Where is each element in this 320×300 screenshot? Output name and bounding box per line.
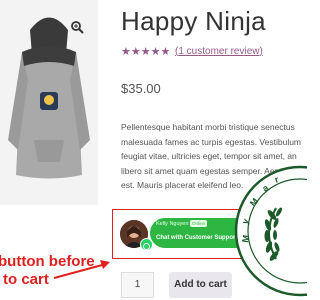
chat-status-badge: Online (190, 220, 208, 227)
quantity-input[interactable]: 1 (121, 272, 154, 298)
marketing-seal-logo: M y M a r (234, 165, 307, 297)
description-line: Pellentesque habitant morbi tristique se… (121, 122, 295, 132)
review-link[interactable]: 1 customer review (178, 46, 259, 57)
product-price: $35.00 (121, 81, 161, 96)
product-title: Happy Ninja (121, 6, 266, 36)
description-line: feugiat vitae, ultricies eget, tempor si… (121, 151, 297, 161)
annotation-arrow-icon (53, 260, 110, 279)
chat-agent-name: Kelly Nguyen (156, 221, 189, 227)
rating-stars: ★★★★★ (121, 46, 171, 58)
whatsapp-glyph (143, 243, 150, 250)
description-line: malesuada fames ac turpis egestas. Vesti… (121, 136, 302, 147)
add-to-cart-button[interactable]: Add to cart (169, 272, 232, 298)
whatsapp-icon (140, 238, 153, 251)
magnifier-zoom-icon[interactable] (70, 20, 84, 34)
chat-cta-label: Chat with Customer Support (156, 235, 238, 241)
review-link-wrapper[interactable]: (1 customer review) (175, 46, 263, 58)
